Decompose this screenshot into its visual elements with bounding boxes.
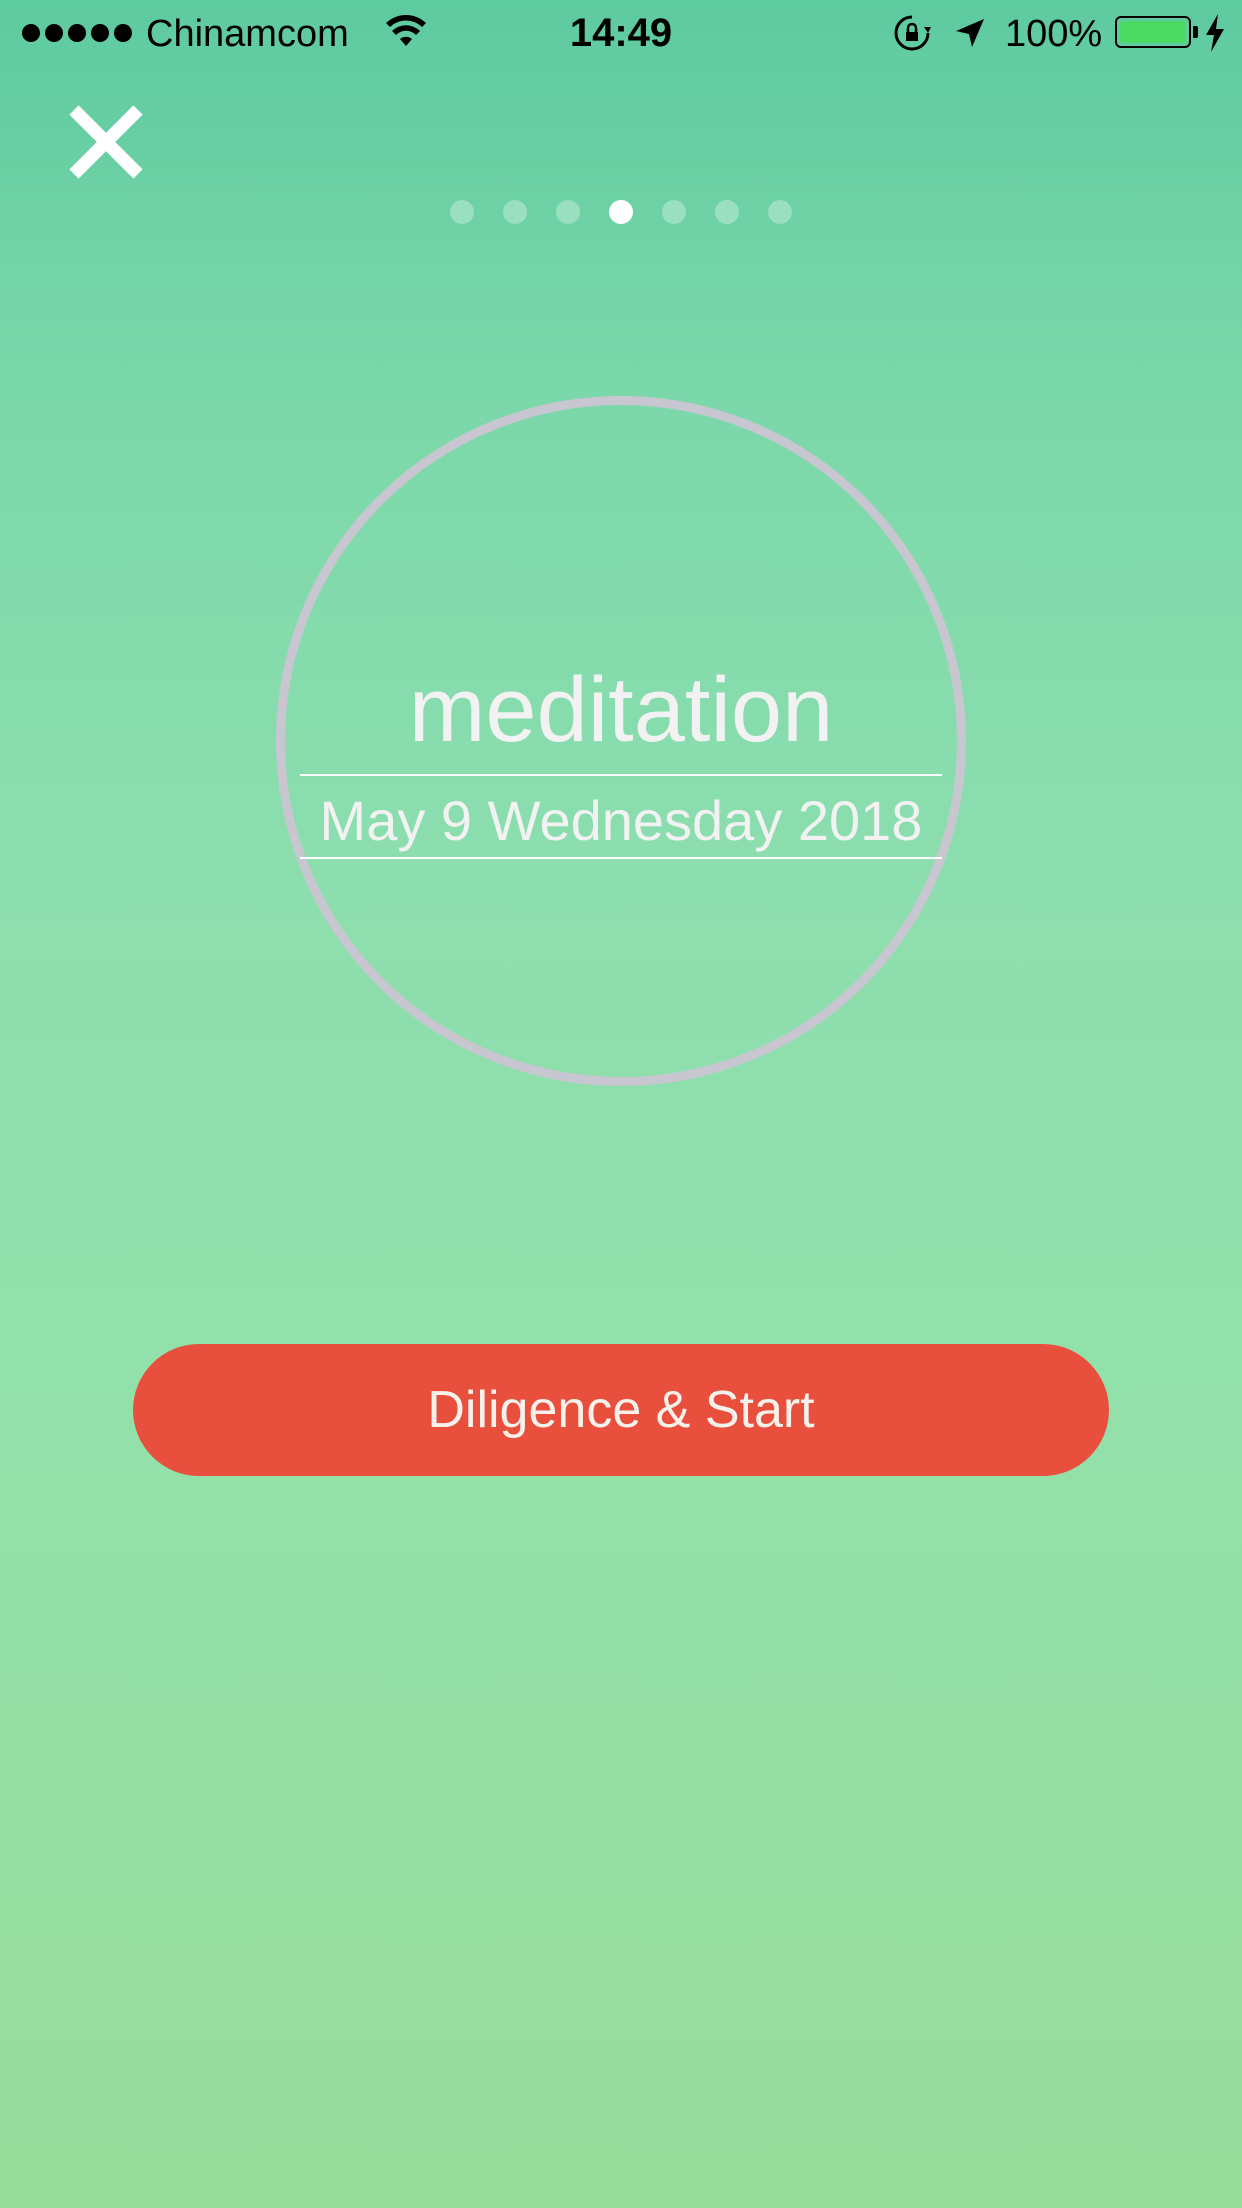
charging-bolt-icon: [1206, 14, 1224, 52]
battery-icon: [1115, 16, 1191, 48]
page-dot[interactable]: [450, 200, 474, 224]
page-dot[interactable]: [715, 200, 739, 224]
page-dot[interactable]: [556, 200, 580, 224]
status-bar: Chinamcom 14:49 100%: [0, 0, 1242, 66]
page-dot[interactable]: [768, 200, 792, 224]
close-icon[interactable]: [66, 102, 146, 182]
location-arrow-icon: [956, 19, 984, 47]
activity-date: May 9 Wednesday 2018: [319, 789, 923, 852]
battery-nub: [1193, 26, 1198, 38]
rotation-lock-icon: [894, 15, 931, 51]
page-dot[interactable]: [503, 200, 527, 224]
start-button[interactable]: Diligence & Start: [133, 1344, 1109, 1476]
battery-percent: 100%: [1005, 13, 1103, 55]
page-dot[interactable]: [662, 200, 686, 224]
activity-title: meditation: [408, 659, 834, 761]
page-dot-active[interactable]: [609, 200, 633, 224]
page-indicator[interactable]: [0, 200, 1242, 224]
battery-level: [1120, 21, 1186, 43]
divider: [300, 774, 942, 776]
divider: [300, 857, 942, 859]
